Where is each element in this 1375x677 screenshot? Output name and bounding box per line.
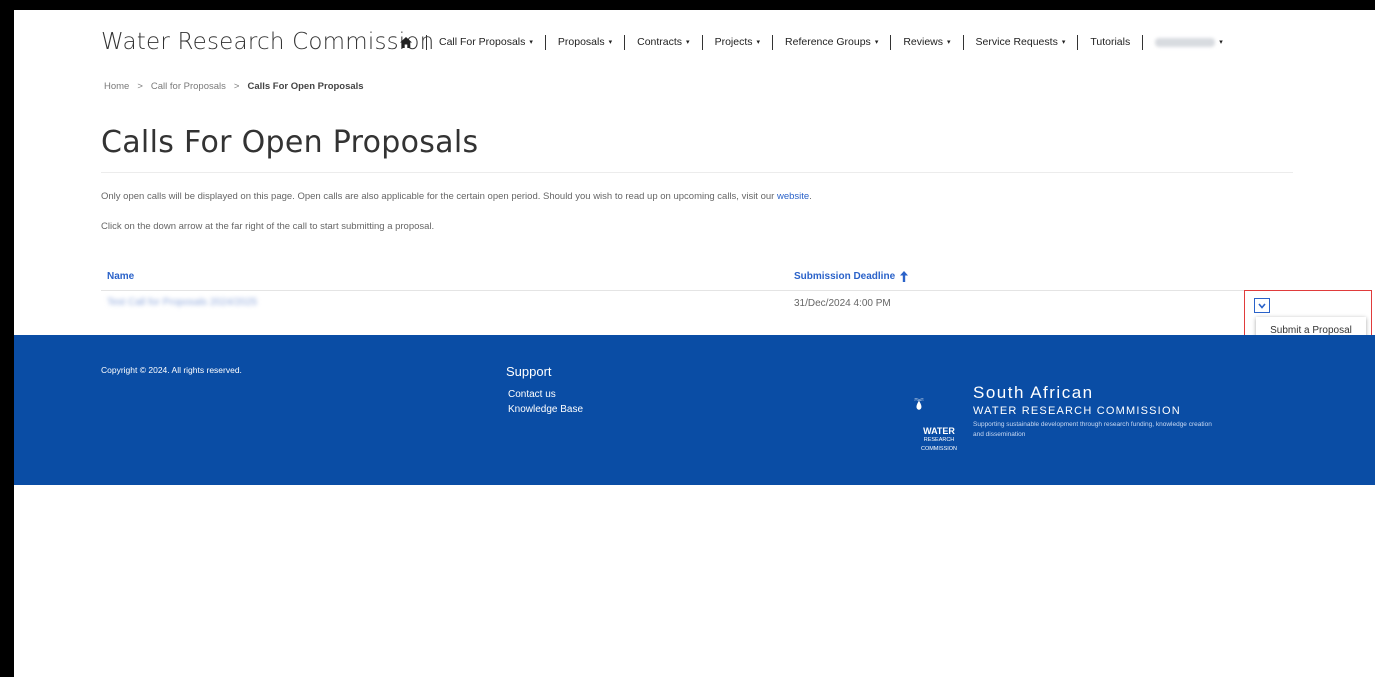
table-header-divider: [101, 290, 1293, 291]
logo-badge-word: COMMISSION: [920, 446, 958, 452]
breadcrumb-separator: >: [233, 81, 240, 92]
nav-separator: [1077, 34, 1079, 50]
caret-down-icon: ▾: [947, 39, 951, 46]
intro-text: Only open calls will be displayed on thi…: [101, 191, 812, 202]
nav-label: Proposals: [557, 36, 605, 48]
logo-line-3: Supporting sustainable development throu…: [973, 421, 1212, 438]
intro-text-end: .: [809, 191, 812, 202]
nav-reviews[interactable]: Reviews ▾: [903, 36, 950, 48]
copyright: Copyright © 2024. All rights reserved.: [101, 365, 242, 375]
call-deadline: 31/Dec/2024 4:00 PM: [794, 298, 891, 309]
nav-separator: [772, 34, 774, 50]
website-link[interactable]: website: [777, 191, 809, 202]
nav-call-for-proposals[interactable]: Call For Proposals ▾: [439, 36, 533, 48]
sort-ascending-icon: [900, 271, 909, 282]
nav-separator: [544, 34, 546, 50]
nav-separator: [701, 34, 703, 50]
logo-badge-word: RESEARCH: [923, 437, 955, 443]
divider: [101, 172, 1293, 173]
nav-label: Reference Groups: [785, 36, 871, 48]
breadcrumb: Home > Call for Proposals > Calls For Op…: [104, 81, 364, 92]
page: Water Research Commission Call For Propo…: [14, 10, 1375, 677]
caret-down-icon: ▾: [529, 39, 533, 46]
breadcrumb-separator: >: [137, 81, 143, 92]
nav-separator: [890, 34, 892, 50]
page-title: Calls For Open Proposals: [101, 125, 479, 160]
nav-label: Reviews: [903, 36, 944, 48]
home-icon[interactable]: [400, 36, 414, 48]
support-heading: Support: [506, 364, 552, 379]
caret-down-icon: ▾: [756, 39, 761, 46]
caret-down-icon: ▾: [608, 39, 613, 46]
user-name-redacted: [1155, 37, 1216, 47]
instruction-text: Click on the down arrow at the far right…: [101, 221, 435, 232]
intro-text-body: Only open calls will be displayed on thi…: [101, 191, 777, 202]
nav-label: Projects: [714, 36, 753, 48]
contact-us-link[interactable]: Contact us: [508, 389, 556, 400]
wrc-logo-badge: WATER RESEARCH COMMISSION: [915, 427, 963, 454]
caret-down-icon: ▾: [1219, 39, 1223, 46]
nav-separator: [426, 34, 427, 50]
nav-label: Call For Proposals: [439, 36, 526, 48]
nav-label: Contracts: [637, 36, 683, 48]
nav-service-requests[interactable]: Service Requests ▾: [976, 36, 1066, 48]
logo-line-1: South African: [973, 383, 1094, 402]
column-header-deadline-label: Submission Deadline: [794, 271, 896, 282]
caret-down-icon: ▾: [874, 39, 879, 46]
nav-separator: [962, 34, 964, 50]
nav-tutorials[interactable]: Tutorials: [1090, 36, 1130, 48]
footer: Copyright © 2024. All rights reserved. S…: [14, 335, 1375, 485]
nav-separator: [624, 34, 626, 50]
nav-separator: [1142, 34, 1144, 50]
user-menu[interactable]: ▾: [1155, 37, 1223, 47]
nav-label: Tutorials: [1090, 36, 1131, 48]
nav-projects[interactable]: Projects ▾: [715, 36, 760, 48]
logo-badge-word: WATER: [923, 426, 955, 436]
nav-reference-groups[interactable]: Reference Groups ▾: [785, 36, 878, 48]
main-nav: Call For Proposals ▾ Proposals ▾ Contracts…: [400, 32, 1223, 52]
column-header-deadline[interactable]: Submission Deadline: [794, 271, 909, 282]
breadcrumb-home[interactable]: Home: [104, 81, 129, 92]
knowledge-base-link[interactable]: Knowledge Base: [508, 404, 583, 415]
column-header-name[interactable]: Name: [107, 271, 134, 282]
nav-label: Service Requests: [975, 36, 1058, 48]
nav-contracts[interactable]: Contracts ▾: [637, 36, 689, 48]
breadcrumb-current: Calls For Open Proposals: [247, 81, 364, 92]
logo-line-2: WATER RESEARCH COMMISSION: [973, 405, 1181, 417]
site-brand[interactable]: Water Research Commission: [101, 29, 434, 55]
caret-down-icon: ▾: [686, 39, 690, 46]
call-name-link[interactable]: Test Call for Proposals 2024/2025: [107, 297, 267, 307]
breadcrumb-call-for-proposals[interactable]: Call for Proposals: [151, 81, 226, 92]
caret-down-icon: ▾: [1061, 39, 1066, 46]
nav-proposals[interactable]: Proposals ▾: [558, 36, 612, 48]
